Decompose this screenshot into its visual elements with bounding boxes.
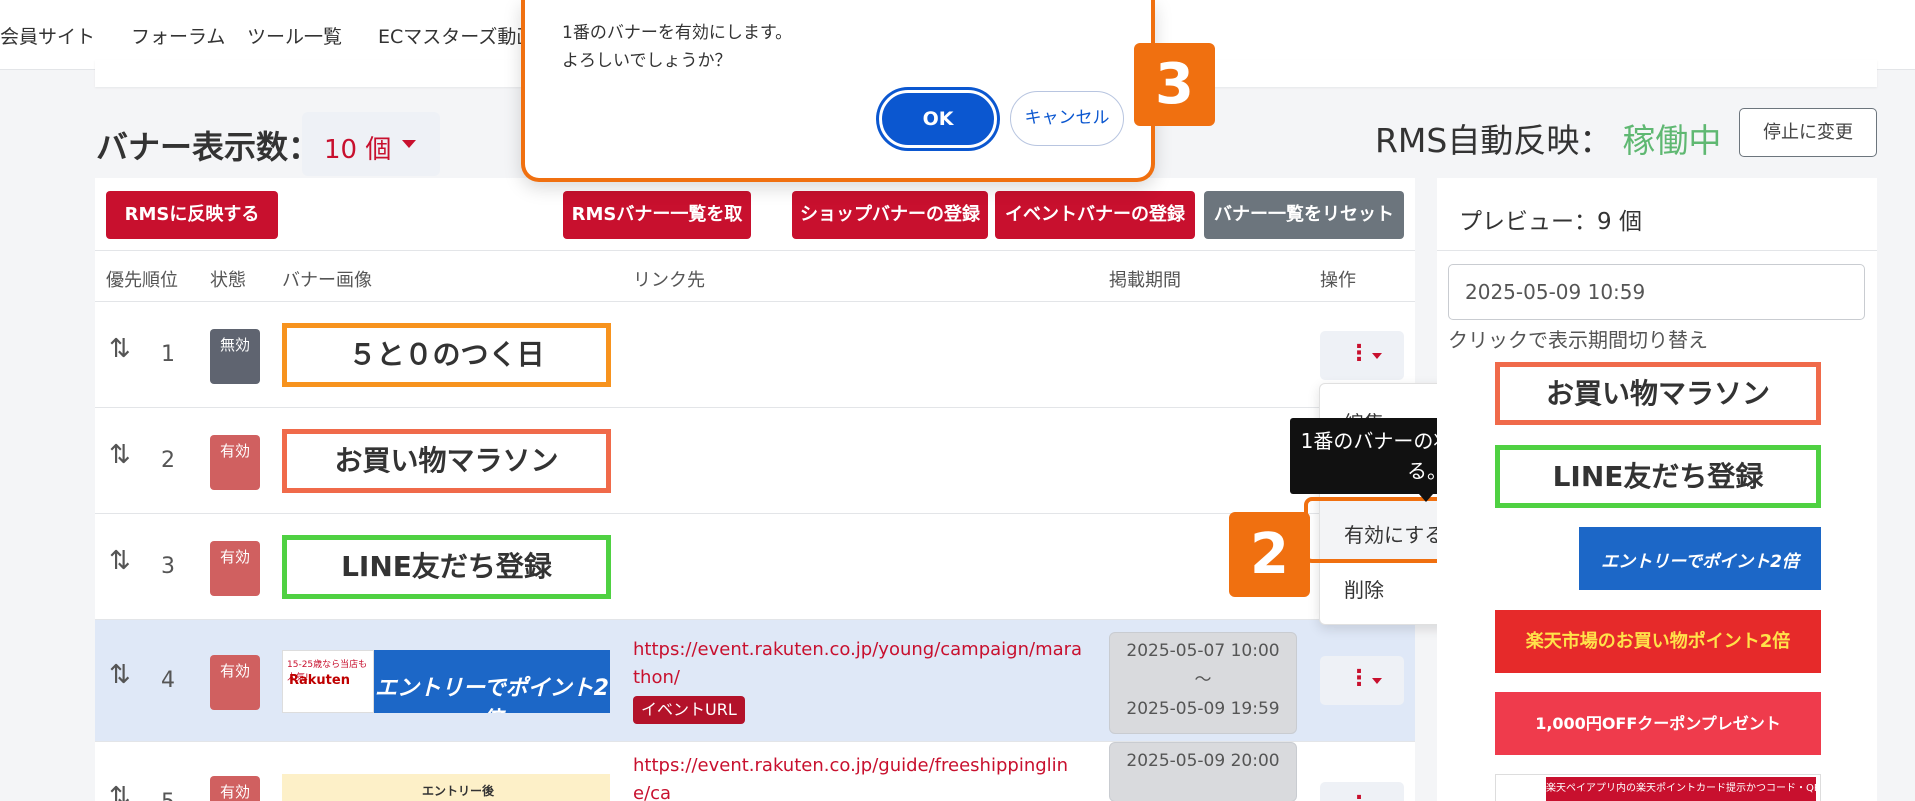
preview-banner[interactable]: 1,000円OFFクーポンプレゼント	[1495, 692, 1821, 755]
reset-list-button[interactable]: バナー一覧をリセット	[1204, 191, 1404, 239]
rakuten-logo: Rakuten	[289, 673, 350, 688]
register-event-banner-button[interactable]: イベントバナーの登録	[995, 191, 1195, 239]
th-period: 掲載期間	[1109, 270, 1181, 291]
preview-banner-text: エントリーでポイント2倍	[1601, 552, 1799, 572]
link-url[interactable]: https://event.rakuten.co.jp/guide/freesh…	[633, 752, 1083, 801]
preview-hint: クリックで表示期間切り替え	[1448, 328, 1708, 352]
ops-dropdown-button[interactable]: ⋮	[1320, 656, 1404, 705]
status-badge: 有効	[210, 655, 260, 710]
preview-banner-text: 楽天市場のお買い物ポイント2倍	[1525, 631, 1791, 652]
preview-banner-left	[1495, 527, 1579, 590]
preview-banner[interactable]: 楽天ペイアプリ内の楽天ポイントカード提示かつコード・QR払いで	[1495, 774, 1821, 801]
ok-button[interactable]: OK	[879, 90, 997, 148]
kebab-icon: ⋮	[1348, 666, 1370, 691]
preview-title: プレビュー：9 個	[1459, 209, 1642, 235]
table-row: ⇅ 5 有効 エントリー後 https://event.rakuten.co.j…	[95, 742, 1415, 801]
period-field[interactable]: 2025-05-09 20:00	[1109, 742, 1297, 801]
ops-dropdown-button[interactable]: ⋮	[1320, 782, 1404, 801]
period-separator: 〜	[1194, 670, 1212, 690]
cancel-button[interactable]: キャンセル	[1010, 91, 1124, 146]
th-priority: 優先順位	[106, 270, 178, 291]
kebab-icon: ⋮	[1348, 792, 1370, 801]
caret-down-icon	[402, 140, 416, 148]
banner-image-right: エントリーでポイント2倍	[374, 650, 610, 713]
rms-auto-status: RMS自動反映： 稼働中	[1375, 114, 1721, 162]
period-start: 2025-05-07 10:00	[1126, 641, 1280, 661]
banner-image: LINE友だち登録	[282, 535, 611, 599]
nav-videos[interactable]: ECマスターズ動画	[378, 22, 535, 49]
th-ops: 操作	[1320, 270, 1356, 291]
step-3-badge: 3	[1134, 43, 1215, 126]
preview-banner[interactable]: 楽天市場のお買い物ポイント2倍	[1495, 610, 1821, 673]
banner-image: お買い物マラソン	[282, 429, 611, 493]
reorder-arrows-icon[interactable]: ⇅	[109, 546, 131, 576]
period-start: 2025-05-09 20:00	[1126, 751, 1280, 771]
preview-card: プレビュー：9 個 2025-05-09 10:59 クリックで表示期間切り替え…	[1437, 178, 1877, 801]
reflect-rms-button[interactable]: RMSに反映する	[106, 191, 278, 239]
banner-count-label: バナー表示数：	[96, 128, 321, 166]
dialog-message-line2: よろしいでしょうか？	[562, 51, 732, 71]
caret-down-icon	[1372, 678, 1382, 684]
preview-banner[interactable]: お買い物マラソン	[1495, 362, 1821, 425]
register-shop-banner-button[interactable]: ショップバナーの登録	[792, 191, 988, 239]
table-header: 優先順位 状態 バナー画像 リンク先 掲載期間 操作	[95, 250, 1415, 302]
priority-value: 3	[161, 554, 175, 579]
stop-button[interactable]: 停止に変更	[1739, 108, 1877, 157]
rms-auto-label: RMS自動反映：	[1375, 121, 1613, 160]
dialog-message-line1: 1番のバナーを有効にします。	[562, 23, 793, 43]
banner-image-left: 15-25歳なら当店も人気! Rakuten	[282, 650, 374, 713]
preview-divider	[1437, 250, 1877, 251]
banner-image: 15-25歳なら当店も人気! Rakuten エントリーでポイント2倍	[282, 650, 610, 713]
menu-item-delete[interactable]: 削除	[1344, 574, 1384, 603]
reorder-arrows-icon[interactable]: ⇅	[109, 782, 131, 801]
kebab-icon: ⋮	[1348, 341, 1370, 366]
table-row: ⇅ 3 有効 LINE友だち登録	[95, 514, 1415, 620]
banner-table-card: RMSに反映する RMSバナー一覧を取得 ショップバナーの登録 イベントバナーの…	[95, 178, 1415, 801]
banner-image: エントリー後	[282, 774, 610, 801]
priority-value: 4	[161, 668, 175, 693]
preview-banner-text: 1,000円OFFクーポンプレゼント	[1535, 714, 1781, 733]
fetch-rms-button[interactable]: RMSバナー一覧を取得	[563, 191, 751, 273]
event-url-tag: イベントURL	[633, 696, 745, 724]
caret-down-icon	[1372, 353, 1382, 359]
reorder-arrows-icon[interactable]: ⇅	[109, 334, 131, 364]
status-badge: 有効	[210, 541, 260, 596]
banner-main-text: エントリー後	[422, 784, 495, 798]
priority-value: 1	[161, 342, 175, 367]
status-badge: 無効	[210, 329, 260, 384]
th-status: 状態	[210, 270, 246, 291]
reorder-arrows-icon[interactable]: ⇅	[109, 440, 131, 470]
step-2-badge: 2	[1229, 512, 1310, 597]
ops-dropdown-button[interactable]: ⋮	[1320, 331, 1404, 380]
period-field[interactable]: 2025-05-07 10:00 〜 2025-05-09 19:59	[1109, 632, 1297, 734]
nav-tools[interactable]: ツール一覧	[247, 22, 342, 49]
tooltip-arrow	[1419, 494, 1433, 502]
preview-datetime-input[interactable]: 2025-05-09 10:59	[1448, 264, 1865, 320]
table-row: ⇅ 4 有効 15-25歳なら当店も人気! Rakuten エントリーでポイント…	[95, 620, 1415, 742]
nav-forum[interactable]: フォーラム	[131, 22, 225, 49]
preview-banner[interactable]: エントリーでポイント2倍	[1495, 527, 1821, 590]
banner-image: ５と０のつく日	[282, 323, 611, 387]
status-badge: 有効	[210, 435, 260, 490]
banner-count-value: 10 個	[324, 135, 392, 165]
rms-auto-state: 稼働中	[1622, 121, 1722, 160]
preview-banner[interactable]: LINE友だち登録	[1495, 445, 1821, 508]
link-url[interactable]: https://event.rakuten.co.jp/young/campai…	[633, 636, 1083, 692]
th-link: リンク先	[633, 270, 705, 291]
table-row: ⇅ 2 有効 お買い物マラソン	[95, 408, 1415, 514]
banner-count-select[interactable]: 10 個	[302, 112, 440, 176]
priority-value: 2	[161, 448, 175, 473]
preview-banner-text: 楽天ペイアプリ内の楽天ポイントカード提示かつコード・QR払いで	[1546, 777, 1816, 801]
priority-value: 5	[161, 790, 175, 801]
reorder-arrows-icon[interactable]: ⇅	[109, 660, 131, 690]
period-end: 2025-05-09 19:59	[1126, 699, 1280, 719]
status-badge: 有効	[210, 776, 260, 801]
table-row: ⇅ 1 無効 ５と０のつく日 ⋮	[95, 302, 1415, 408]
nav-member-site[interactable]: 会員サイト	[0, 22, 95, 49]
banner-main-text: エントリーでポイント2倍	[375, 676, 609, 713]
th-image: バナー画像	[282, 270, 372, 291]
confirm-dialog: 1番のバナーを有効にします。 よろしいでしょうか？ OK キャンセル	[521, 0, 1155, 182]
